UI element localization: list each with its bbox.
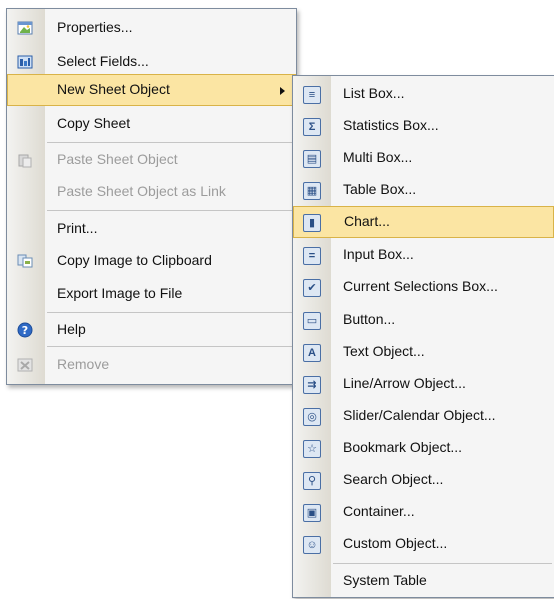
- menu-item-label: Properties...: [57, 19, 133, 35]
- submenu-item-search-object[interactable]: ⚲ Search Object...: [293, 464, 554, 496]
- paste-icon: [17, 152, 33, 168]
- submenu-item-label: Current Selections Box...: [343, 278, 498, 294]
- table-box-icon: ▦: [303, 182, 321, 200]
- multi-box-icon: ▤: [303, 150, 321, 168]
- container-icon: ▣: [303, 504, 321, 522]
- menu-item-copy-sheet[interactable]: Copy Sheet: [7, 108, 296, 140]
- submenu-item-multi-box[interactable]: ▤ Multi Box...: [293, 142, 554, 174]
- submenu-item-list-box[interactable]: ≡ List Box...: [293, 78, 554, 110]
- menu-separator: [47, 346, 294, 347]
- submenu-item-label: Multi Box...: [343, 149, 413, 165]
- menu-item-paste-sheet-object-as-link[interactable]: Paste Sheet Object as Link: [7, 176, 296, 208]
- submenu-item-label: Line/Arrow Object...: [343, 375, 466, 391]
- menu-item-label: Help: [57, 321, 86, 337]
- menu-item-label: Paste Sheet Object: [57, 151, 178, 167]
- menu-item-copy-image-to-clipboard[interactable]: Copy Image to Clipboard: [7, 245, 296, 277]
- submenu-item-label: Button...: [343, 311, 396, 327]
- context-menu: Properties... Select Fields... New Sheet…: [6, 8, 297, 385]
- menu-item-paste-sheet-object[interactable]: Paste Sheet Object: [7, 144, 296, 176]
- submenu-item-label: Container...: [343, 503, 415, 519]
- properties-icon: [17, 20, 33, 36]
- menu-separator: [47, 142, 294, 143]
- submenu-item-statistics-box[interactable]: Σ Statistics Box...: [293, 110, 554, 142]
- bookmark-object-icon: ☆: [303, 440, 321, 458]
- current-selections-box-icon: ✔: [303, 279, 321, 297]
- menu-item-remove[interactable]: Remove: [7, 349, 296, 381]
- submenu-item-line-arrow-object[interactable]: ⇉ Line/Arrow Object...: [293, 368, 554, 400]
- submenu-item-slider-calendar-object[interactable]: ◎ Slider/Calendar Object...: [293, 400, 554, 432]
- menu-item-label: New Sheet Object: [57, 81, 170, 97]
- submenu-item-label: Slider/Calendar Object...: [343, 407, 496, 423]
- submenu-item-label: Custom Object...: [343, 535, 448, 551]
- menu-item-label: Print...: [57, 220, 98, 236]
- custom-object-icon: ☺: [303, 536, 321, 554]
- menu-separator: [333, 563, 552, 564]
- submenu-item-label: Statistics Box...: [343, 117, 439, 133]
- submenu-item-custom-object[interactable]: ☺ Custom Object...: [293, 528, 554, 560]
- menu-item-help[interactable]: ? Help: [7, 314, 296, 346]
- statistics-box-icon: Σ: [303, 118, 321, 136]
- submenu-item-bookmark-object[interactable]: ☆ Bookmark Object...: [293, 432, 554, 464]
- button-icon: ▭: [303, 312, 321, 330]
- submenu-item-label: Text Object...: [343, 343, 425, 359]
- menu-separator: [47, 312, 294, 313]
- menu-item-print[interactable]: Print...: [7, 213, 296, 245]
- menu-separator: [47, 210, 294, 211]
- submenu-item-label: Search Object...: [343, 471, 444, 487]
- submenu-item-text-object[interactable]: A Text Object...: [293, 336, 554, 368]
- input-box-icon: =: [303, 247, 321, 265]
- menu-item-new-sheet-object[interactable]: New Sheet Object: [7, 74, 296, 106]
- select-fields-icon: [17, 54, 33, 70]
- menu-item-export-image-to-file[interactable]: Export Image to File: [7, 278, 296, 310]
- svg-text:?: ?: [22, 324, 28, 337]
- submenu-item-chart[interactable]: ▮ Chart...: [293, 206, 554, 238]
- submenu-item-label: System Table: [343, 572, 427, 588]
- help-icon: ?: [17, 322, 33, 338]
- submenu-item-input-box[interactable]: = Input Box...: [293, 239, 554, 271]
- chart-icon: ▮: [303, 214, 321, 232]
- submenu-item-container[interactable]: ▣ Container...: [293, 496, 554, 528]
- text-object-icon: A: [303, 344, 321, 362]
- menu-item-label: Export Image to File: [57, 285, 183, 301]
- menu-item-label: Copy Image to Clipboard: [57, 252, 212, 268]
- submenu-item-label: List Box...: [343, 85, 405, 101]
- menu-item-properties[interactable]: Properties...: [7, 12, 296, 44]
- submenu-item-current-selections-box[interactable]: ✔ Current Selections Box...: [293, 271, 554, 303]
- submenu-item-label: Input Box...: [343, 246, 414, 262]
- menu-item-label: Remove: [57, 356, 110, 372]
- menu-item-label: Copy Sheet: [57, 115, 131, 131]
- submenu-arrow-icon: [280, 87, 285, 95]
- submenu-item-label: Chart...: [344, 213, 390, 229]
- slider-calendar-object-icon: ◎: [303, 408, 321, 426]
- submenu-item-system-table[interactable]: System Table: [293, 565, 554, 597]
- submenu-item-table-box[interactable]: ▦ Table Box...: [293, 174, 554, 206]
- remove-icon: [17, 357, 33, 373]
- submenu-item-label: Table Box...: [343, 181, 417, 197]
- menu-item-label: Select Fields...: [57, 53, 149, 69]
- new-sheet-object-submenu: ≡ List Box... Σ Statistics Box... ▤ Mult…: [292, 75, 554, 598]
- submenu-item-button[interactable]: ▭ Button...: [293, 304, 554, 336]
- search-object-icon: ⚲: [303, 472, 321, 490]
- copy-image-icon: [17, 253, 33, 269]
- line-arrow-object-icon: ⇉: [303, 376, 321, 394]
- submenu-item-label: Bookmark Object...: [343, 439, 463, 455]
- list-box-icon: ≡: [303, 86, 321, 104]
- menu-item-label: Paste Sheet Object as Link: [57, 183, 226, 199]
